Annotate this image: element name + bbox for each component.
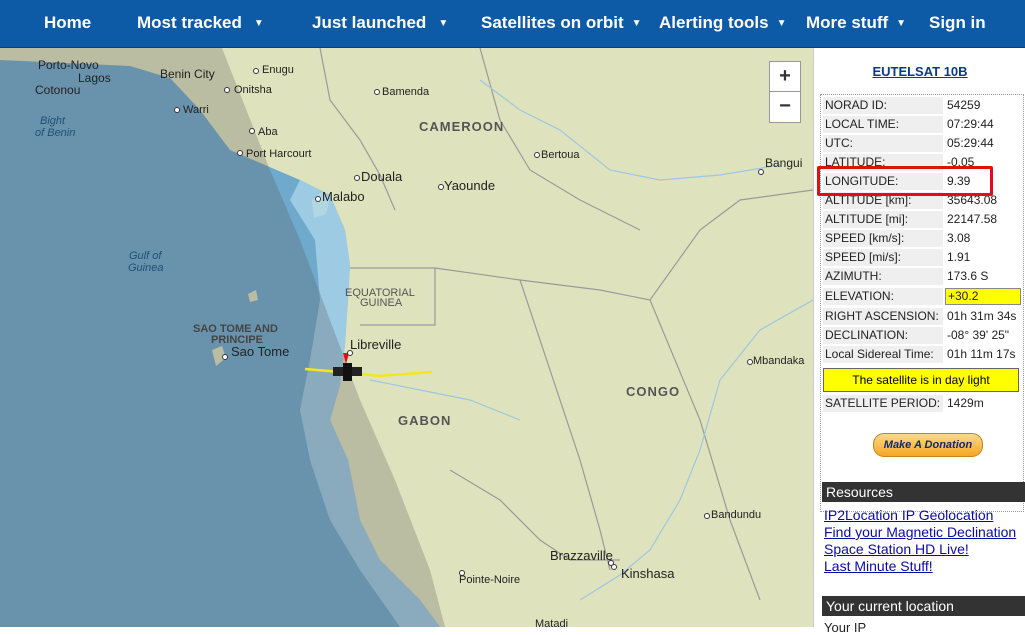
map-label: Bertoua <box>541 149 580 161</box>
map-view[interactable]: Porto-Novo Lagos Cotonou Benin City Enug… <box>0 48 813 627</box>
row-local-time: LOCAL TIME: 07:29:44 <box>823 116 994 133</box>
row-azimuth: AZIMUTH: 173.6 S <box>823 268 989 285</box>
map-label: Gulf of <box>129 250 162 262</box>
row-speed-mi: SPEED [mi/s]: 1.91 <box>823 249 971 266</box>
row-elevation: ELEVATION: +30.2 <box>823 288 1021 306</box>
longitude-highlight-box <box>817 166 993 196</box>
map-label: Malabo <box>322 189 365 204</box>
map-label: Onitsha <box>234 84 273 96</box>
map-label: Benin City <box>160 67 215 81</box>
resource-link-space-station-live[interactable]: Space Station HD Live! <box>824 541 969 557</box>
map-label: Matadi <box>535 618 568 627</box>
map-label: GABON <box>398 413 451 428</box>
map-label: Pointe-Noire <box>459 574 520 586</box>
map-label: Enugu <box>262 64 294 76</box>
chevron-down-icon: ▼ <box>253 18 264 29</box>
nav-more-stuff[interactable]: More stuff ▼ <box>806 0 906 47</box>
chevron-down-icon: ▼ <box>896 18 907 29</box>
row-right-ascension: RIGHT ASCENSION: 01h 31m 34s <box>823 308 1017 325</box>
resource-link-ip2location[interactable]: IP2Location IP Geolocation <box>824 507 993 523</box>
nav-home[interactable]: Home <box>44 0 91 47</box>
map-label: CAMEROON <box>419 119 504 134</box>
zoom-out-button[interactable]: − <box>769 91 801 123</box>
map-label: Guinea <box>128 262 163 274</box>
map-label: GUINEA <box>360 297 403 309</box>
satellite-info-panel: EUTELSAT 10B NORAD ID: 54259 LOCAL TIME: 0… <box>813 48 1025 635</box>
nav-sign-in[interactable]: Sign in <box>929 0 986 47</box>
resources-heading: Resources <box>822 482 1025 502</box>
map-label: Bangui <box>765 156 802 170</box>
row-utc: UTC: 05:29:44 <box>823 135 994 152</box>
current-location-heading: Your current location <box>822 596 1025 616</box>
map-label: Port Harcourt <box>246 148 311 160</box>
resource-link-magnetic-declination[interactable]: Find your Magnetic Declination <box>824 524 1016 540</box>
chevron-down-icon: ▼ <box>631 18 642 29</box>
row-satellite-period: SATELLITE PERIOD: 1429m <box>823 395 984 412</box>
satellite-data-box: NORAD ID: 54259 LOCAL TIME: 07:29:44 UTC: 0… <box>820 94 1024 512</box>
nav-satellites-on-orbit[interactable]: Satellites on orbit ▼ <box>481 0 642 47</box>
map-label: Warri <box>183 104 209 116</box>
daylight-status-badge: The satellite is in day light <box>823 368 1019 392</box>
map-label: Sao Tome <box>231 344 289 359</box>
map-label: Douala <box>361 169 403 184</box>
row-speed-km: SPEED [km/s]: 3.08 <box>823 230 971 247</box>
your-ip-label: Your IP <box>824 620 867 635</box>
resource-link-last-minute[interactable]: Last Minute Stuff! <box>824 558 933 574</box>
map-label: Bight <box>40 115 66 127</box>
row-norad-id: NORAD ID: 54259 <box>823 97 981 114</box>
chevron-down-icon: ▼ <box>776 18 787 29</box>
map-label: of Benin <box>35 127 75 139</box>
top-nav: Home Most tracked ▼ Just launched ▼ Satell… <box>0 0 1025 48</box>
chevron-down-icon: ▼ <box>438 18 449 29</box>
map-label: Mbandaka <box>753 355 805 367</box>
nav-just-launched[interactable]: Just launched ▼ <box>312 0 448 47</box>
row-declination: DECLINATION: -08° 39' 25" <box>823 327 1010 344</box>
map-label: Yaounde <box>444 178 495 193</box>
nav-most-tracked[interactable]: Most tracked ▼ <box>137 0 264 47</box>
map-label: Aba <box>258 126 278 138</box>
nav-alerting-tools[interactable]: Alerting tools ▼ <box>659 0 786 47</box>
zoom-in-button[interactable]: + <box>769 61 801 93</box>
map-label: Lagos <box>78 71 111 85</box>
map-label: Porto-Novo <box>38 58 99 72</box>
satellite-title-link[interactable]: EUTELSAT 10B <box>814 64 1025 79</box>
map-label: Libreville <box>350 337 401 352</box>
map-label: Cotonou <box>35 83 80 97</box>
map-label: CONGO <box>626 384 680 399</box>
donate-button[interactable]: Make A Donation <box>873 433 983 457</box>
map-label: Bandundu <box>711 509 761 521</box>
map-label: Bamenda <box>382 86 430 98</box>
map-label: Brazzaville <box>550 548 613 563</box>
row-sidereal-time: Local Sidereal Time: 01h 11m 17s <box>823 346 1016 363</box>
row-altitude-mi: ALTITUDE [mi]: 22147.58 <box>823 211 998 228</box>
map-label: Kinshasa <box>621 566 675 581</box>
